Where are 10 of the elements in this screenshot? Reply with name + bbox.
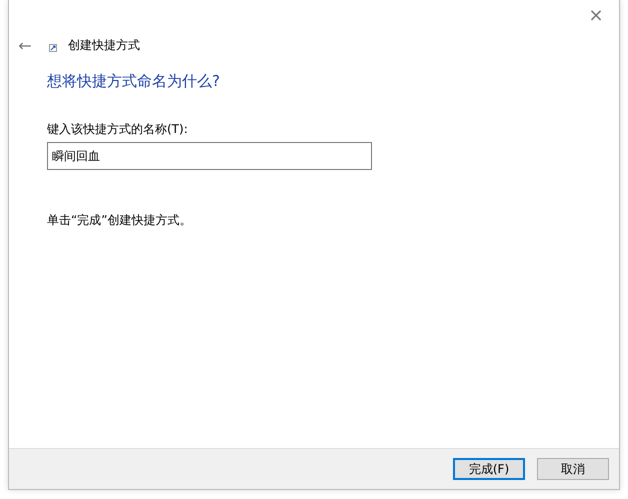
window-title: 创建快捷方式 [68, 36, 140, 54]
close-button[interactable]: × [573, 0, 619, 30]
page-heading: 想将快捷方式命名为什么? [47, 72, 221, 91]
back-button[interactable]: ← [15, 36, 35, 54]
name-input-field[interactable]: 瞬间回血 [47, 142, 372, 170]
finish-button[interactable]: 完成(F) [453, 458, 525, 480]
field-label: 键入该快捷方式的名称(T): [47, 121, 189, 138]
cancel-button[interactable]: 取消 [537, 458, 609, 480]
shortcut-icon [49, 44, 57, 52]
instruction-text: 单击“完成”创建快捷方式。 [47, 212, 192, 229]
